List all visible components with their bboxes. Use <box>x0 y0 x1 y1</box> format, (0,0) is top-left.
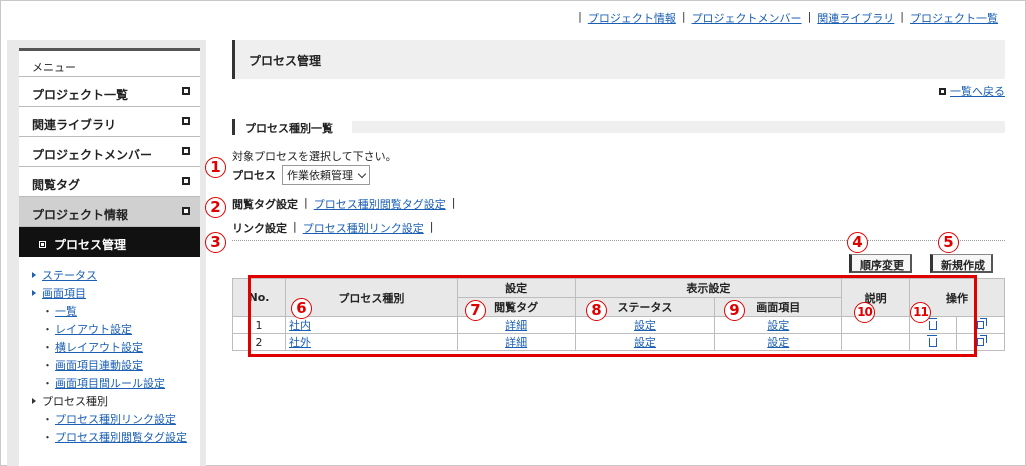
arrow-right-icon <box>182 87 190 95</box>
section-header: プロセス種別一覧 <box>232 119 1005 135</box>
process-type-table: No. プロセス種別 設定 表示設定 説明 操作 閲覧タグ ステータス 画面項目… <box>232 278 1005 351</box>
top-link-project-list[interactable]: プロジェクト一覧 <box>910 10 998 26</box>
tag-detail-link[interactable]: 詳細 <box>505 336 527 349</box>
callout-4: 4 <box>847 232 868 253</box>
tree-label-process-types: プロセス種別 <box>42 395 108 408</box>
table-row: 1 社内 詳細 設定 設定 <box>232 316 1005 334</box>
triangle-right-icon <box>32 290 36 296</box>
callout-8: 8 <box>586 300 607 321</box>
sidebar-item-process-management[interactable]: プロセス管理 <box>19 227 200 257</box>
tag-detail-link[interactable]: 詳細 <box>505 319 527 332</box>
callout-7: 7 <box>465 300 486 321</box>
header-no: No. <box>232 278 286 317</box>
sidebar-header: メニュー <box>19 48 200 77</box>
triangle-right-icon <box>32 272 36 278</box>
callout-6: 6 <box>291 298 312 319</box>
back-to-list-link[interactable]: 一覧へ戻る <box>939 83 1005 99</box>
copy-icon[interactable] <box>977 317 987 329</box>
callout-9: 9 <box>724 300 745 321</box>
tag-setting-row: 閲覧タグ設定 | プロセス種別閲覧タグ設定 | <box>232 196 456 212</box>
status-setting-link[interactable]: 設定 <box>634 319 656 332</box>
process-label: プロセス <box>232 169 276 182</box>
new-button[interactable]: 新規作成 <box>930 254 993 273</box>
sidebar: メニュー プロジェクト一覧 関連ライブラリ プロジェクトメンバー 閲覧タグ プロ… <box>7 40 206 466</box>
header-description: 説明 <box>841 278 911 317</box>
screen-setting-link[interactable]: 設定 <box>767 336 789 349</box>
tree-link-process-type-tags[interactable]: プロセス種別閲覧タグ設定 <box>55 431 187 444</box>
sidebar-item-related-library[interactable]: 関連ライブラリ <box>19 107 200 137</box>
sidebar-item-view-tags[interactable]: 閲覧タグ <box>19 167 200 197</box>
section-title: プロセス種別一覧 <box>232 119 341 135</box>
top-link-project-members[interactable]: プロジェクトメンバー <box>692 10 802 26</box>
tree-link-layout[interactable]: レイアウト設定 <box>55 323 132 336</box>
divider <box>232 240 1005 241</box>
tree-link-list[interactable]: 一覧 <box>55 305 77 318</box>
screen-setting-link[interactable]: 設定 <box>767 319 789 332</box>
arrow-right-icon <box>182 177 190 185</box>
callout-2: 2 <box>205 197 226 218</box>
process-type-link[interactable]: 社外 <box>289 336 311 349</box>
triangle-right-icon <box>32 398 36 404</box>
sidebar-menu: メニュー プロジェクト一覧 関連ライブラリ プロジェクトメンバー 閲覧タグ プロ… <box>19 48 200 466</box>
callout-1: 1 <box>205 157 226 178</box>
header-settings: 設定 <box>456 278 576 298</box>
instruction-text: 対象プロセスを選択して下さい。 <box>232 150 397 163</box>
tree-link-process-type-links[interactable]: プロセス種別リンク設定 <box>55 413 176 426</box>
status-setting-link[interactable]: 設定 <box>634 336 656 349</box>
chevron-down-icon <box>357 169 367 178</box>
process-type-link[interactable]: 社内 <box>289 319 311 332</box>
tree-link-item-linkage[interactable]: 画面項目連動設定 <box>55 359 143 372</box>
sidebar-item-project-list[interactable]: プロジェクト一覧 <box>19 77 200 107</box>
bullet-icon <box>39 241 46 248</box>
top-nav: | プロジェクト情報 | プロジェクトメンバー | 関連ライブラリ | プロジェ… <box>578 10 998 26</box>
arrow-right-icon <box>182 147 190 155</box>
tree-link-status[interactable]: ステータス <box>42 269 97 282</box>
reorder-button[interactable]: 順序変更 <box>849 254 912 273</box>
arrow-right-icon <box>182 207 190 215</box>
copy-icon[interactable] <box>977 334 987 346</box>
header-display-settings: 表示設定 <box>574 278 843 298</box>
sidebar-item-project-info[interactable]: プロジェクト情報 <box>19 197 200 227</box>
callout-5: 5 <box>938 232 959 253</box>
process-select[interactable]: 作業依頼管理 <box>282 165 370 185</box>
link-setting-row: リンク設定 | プロセス種別リンク設定 | <box>232 220 434 236</box>
tree-link-item-rules[interactable]: 画面項目間ルール設定 <box>55 377 165 390</box>
trash-icon[interactable] <box>927 317 938 330</box>
process-type-tag-setting-link[interactable]: プロセス種別閲覧タグ設定 <box>314 196 446 212</box>
top-link-related-library[interactable]: 関連ライブラリ <box>817 10 894 26</box>
callout-11: 11 <box>910 302 931 323</box>
tag-setting-label: 閲覧タグ設定 <box>232 198 298 211</box>
arrow-right-icon <box>182 117 190 125</box>
trash-icon[interactable] <box>927 334 938 347</box>
arrow-right-icon <box>939 88 946 95</box>
link-setting-label: リンク設定 <box>232 222 287 235</box>
process-row: プロセス 作業依頼管理 <box>232 165 370 185</box>
sidebar-subtree: ステータス 画面項目 ・一覧 ・レイアウト設定 ・横レイアウト設定 ・画面項目連… <box>19 257 200 447</box>
table-row: 2 社外 詳細 設定 設定 <box>232 333 1005 351</box>
callout-10: 10 <box>854 302 875 323</box>
page-title: プロセス管理 <box>232 40 1005 79</box>
tree-link-horizontal-layout[interactable]: 横レイアウト設定 <box>55 341 143 354</box>
process-type-link-setting-link[interactable]: プロセス種別リンク設定 <box>303 220 424 236</box>
main-content: プロセス管理 一覧へ戻る プロセス種別一覧 対象プロセスを選択して下さい。 プロ… <box>232 40 1005 351</box>
top-link-project-info[interactable]: プロジェクト情報 <box>588 10 676 26</box>
callout-3: 3 <box>205 232 226 253</box>
tree-link-screen-items[interactable]: 画面項目 <box>42 287 86 300</box>
sidebar-item-project-members[interactable]: プロジェクトメンバー <box>19 137 200 167</box>
